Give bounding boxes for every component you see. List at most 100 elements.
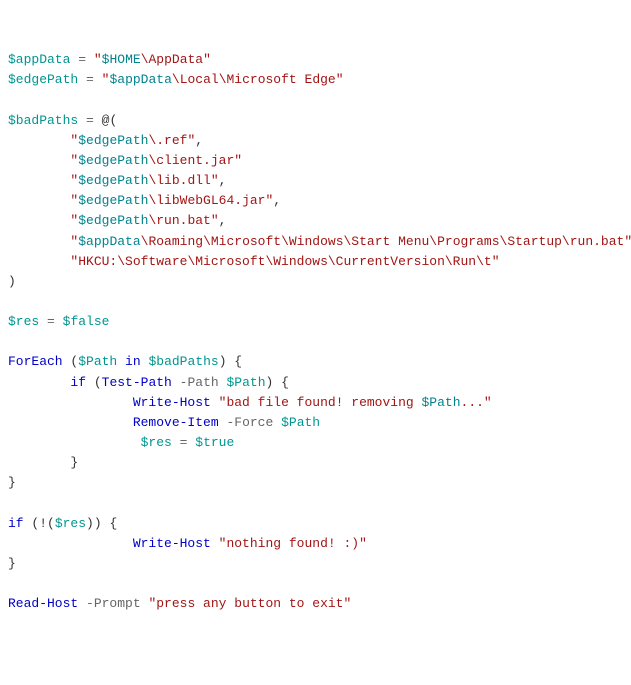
code-line: Write-Host "bad file found! removing $Pa… [8,393,623,413]
token: in [125,354,141,369]
token: \Roaming\Microsoft\Windows\Start Menu\Pr… [141,234,631,249]
token: = [86,72,94,87]
token: Test-Path [102,375,172,390]
token: $badPaths [148,354,218,369]
code-line: "$edgePath\.ref", [8,131,623,151]
token [94,72,102,87]
token: -Prompt [86,596,141,611]
token: -Force [226,415,273,430]
token [211,536,219,551]
code-line: ForEach ($Path in $badPaths) { [8,352,623,372]
token [273,415,281,430]
token [219,375,227,390]
token: Write-Host [133,395,211,410]
token: " [94,52,102,67]
code-line: "$appData\Roaming\Microsoft\Windows\Star… [8,232,623,252]
token: @( [94,113,117,128]
token: $Path [281,415,320,430]
token: $edgePath [78,133,148,148]
code-line: ) [8,272,623,292]
token: , [195,133,203,148]
token: $false [63,314,110,329]
code-line [8,292,623,312]
token [117,354,125,369]
token: $Path [227,375,266,390]
token: \lib.dll" [148,173,218,188]
token [141,596,149,611]
token: $edgePath [78,153,148,168]
code-line: $badPaths = @( [8,111,623,131]
token: $edgePath [8,72,78,87]
token: \libWebGL64.jar" [148,193,273,208]
token: $appData [78,234,140,249]
token: = [78,52,86,67]
token: $res [141,435,172,450]
token: $edgePath [78,193,148,208]
token [172,375,180,390]
code-line: Read-Host -Prompt "press any button to e… [8,594,623,614]
token: $appData [109,72,171,87]
code-line: "$edgePath\libWebGL64.jar", [8,191,623,211]
token: , [219,213,227,228]
token: \run.bat" [148,213,218,228]
token: "HKCU:\Software\Microsoft\Windows\Curren… [70,254,499,269]
code-line: "$edgePath\run.bat", [8,211,623,231]
token: = [47,314,55,329]
token [78,596,86,611]
code-line [8,332,623,352]
code-line: } [8,554,623,574]
token [78,72,86,87]
token: ( [86,375,102,390]
token: ) [8,274,16,289]
code-line: $appData = "$HOME\AppData" [8,50,623,70]
token: } [8,475,16,490]
code-line: } [8,473,623,493]
token: "bad file found! removing [219,395,422,410]
token [39,314,47,329]
token: $true [195,435,234,450]
code-line: $res = $true [8,433,623,453]
token: } [8,556,16,571]
token: "nothing found! :)" [219,536,367,551]
token: Read-Host [8,596,78,611]
code-line [8,493,623,513]
token: ..." [461,395,492,410]
token: = [86,113,94,128]
token: \.ref" [148,133,195,148]
token: , [219,173,227,188]
token: $Path [422,395,461,410]
token: $badPaths [8,113,78,128]
token: Write-Host [133,536,211,551]
token: \AppData" [141,52,211,67]
token: ) { [219,354,242,369]
token: "press any button to exit" [148,596,351,611]
code-line: Remove-Item -Force $Path [8,413,623,433]
token: if [70,375,86,390]
code-line: $edgePath = "$appData\Local\Microsoft Ed… [8,70,623,90]
code-line: Write-Host "nothing found! :)" [8,534,623,554]
code-line: "$edgePath\lib.dll", [8,171,623,191]
token: $HOME [102,52,141,67]
token: $res [8,314,39,329]
token: $Path [78,354,117,369]
code-container: $appData = "$HOME\AppData"$edgePath = "$… [8,50,623,614]
token [86,52,94,67]
token: $edgePath [78,213,148,228]
token: ( [63,354,79,369]
token: ) { [266,375,289,390]
code-line: "$edgePath\client.jar" [8,151,623,171]
token: $appData [8,52,70,67]
token [78,113,86,128]
token [172,435,180,450]
token: $res [55,516,86,531]
token [55,314,63,329]
token: , [273,193,281,208]
code-line [8,574,623,594]
code-line: "HKCU:\Software\Microsoft\Windows\Curren… [8,252,623,272]
token: } [70,455,78,470]
code-line [8,91,623,111]
token: -Path [180,375,219,390]
token: (!( [24,516,55,531]
code-line: } [8,453,623,473]
token: ForEach [8,354,63,369]
